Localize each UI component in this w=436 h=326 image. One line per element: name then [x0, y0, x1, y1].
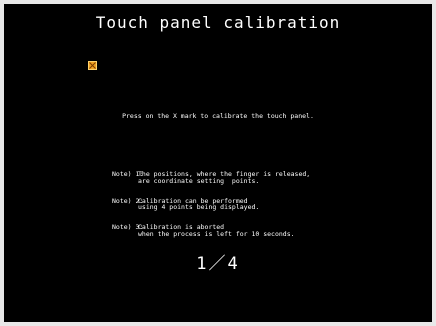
note-2: Note) 2: Calibration can be performed us… — [112, 196, 310, 212]
note-key: Note) 2: — [112, 196, 144, 205]
calibration-screen[interactable]: Touch panel calibration Press on the X m… — [4, 4, 432, 322]
step-counter: 1／4 — [4, 249, 432, 274]
note-3: Note) 3: Calibration is aborted when the… — [112, 224, 310, 237]
note-text: Calibration is aborted when the process … — [138, 222, 295, 238]
x-mark-icon[interactable] — [88, 61, 97, 70]
note-key: Note) 1: — [112, 170, 144, 179]
note-text: The positions, where the finger is relea… — [138, 170, 311, 185]
note-1: Note) 1: The positions, where the finger… — [112, 171, 310, 184]
page-title: Touch panel calibration — [95, 13, 341, 32]
step-total: 4 — [227, 254, 240, 274]
note-text: Calibration can be performed using 4 poi… — [138, 196, 260, 212]
step-separator: ／ — [208, 254, 228, 274]
step-current: 1 — [196, 254, 209, 274]
instruction-text: Press on the X mark to calibrate the tou… — [122, 112, 314, 120]
notes-block: Note) 1: The positions, where the finger… — [112, 158, 310, 250]
note-key: Note) 3: — [112, 222, 144, 231]
